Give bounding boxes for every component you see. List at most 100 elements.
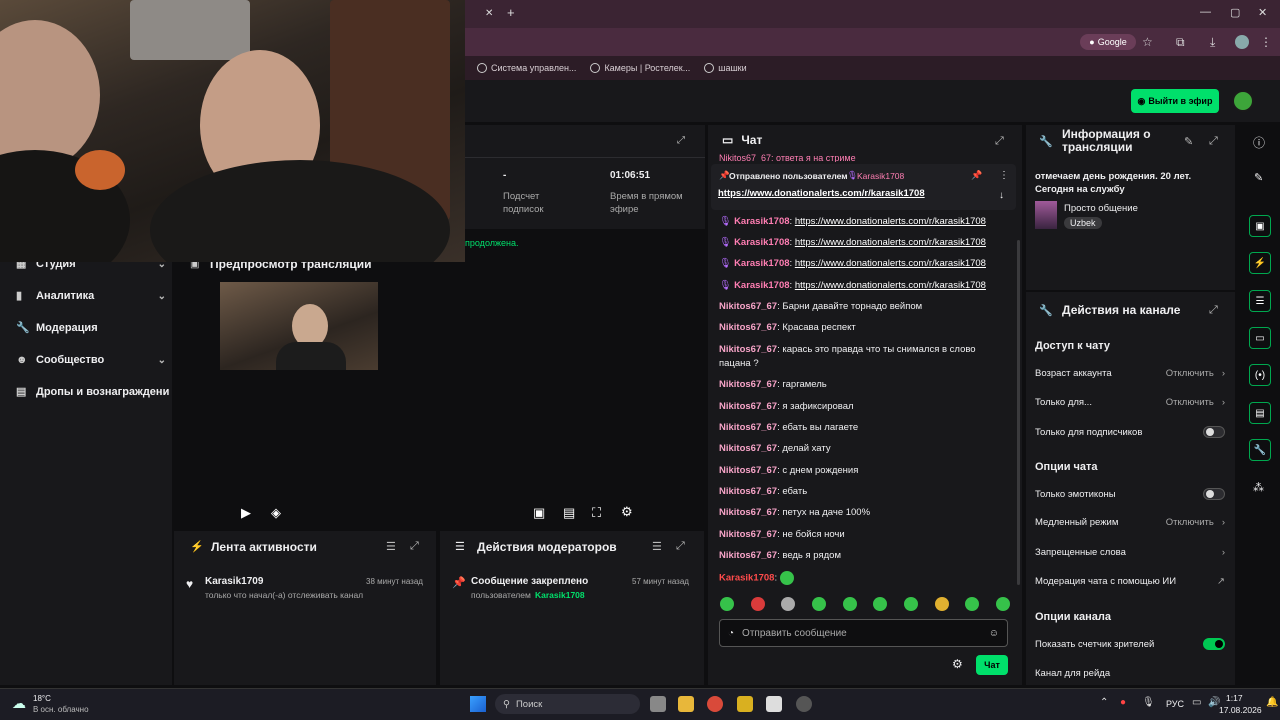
filter-icon[interactable]: ☰: [652, 540, 662, 553]
menu-kebab-icon[interactable]: ⋮: [1260, 35, 1272, 49]
chat-link[interactable]: https://www.donationalerts.com/r/karasik…: [795, 280, 986, 291]
go-live-button[interactable]: ◉ Выйти в эфир: [1131, 89, 1219, 113]
info-icon[interactable]: ⓘ: [1253, 134, 1265, 151]
emote-icon[interactable]: [934, 597, 949, 611]
info-tag[interactable]: Uzbek: [1064, 217, 1102, 229]
chat-username[interactable]: Nikitos67_67: [719, 401, 777, 412]
expand-icon[interactable]: ⤢: [995, 135, 1004, 148]
rail-broadcast-button[interactable]: (•): [1249, 364, 1271, 386]
emote-icon[interactable]: [720, 597, 734, 611]
taskbar-search[interactable]: ⚲ Поиск: [495, 694, 640, 714]
clock-date[interactable]: 17.08.2026: [1219, 705, 1262, 715]
tray-app-icon[interactable]: ●: [1120, 697, 1126, 708]
rail-chat-button[interactable]: ▭: [1249, 327, 1271, 349]
network-icon[interactable]: ▭: [1192, 697, 1201, 708]
info-category[interactable]: Просто общение: [1064, 203, 1138, 214]
emote-icon[interactable]: [779, 571, 794, 585]
kebab-icon[interactable]: ⋮: [999, 170, 1009, 181]
store-icon[interactable]: [766, 696, 782, 712]
bookmark-item[interactable]: Система управлен...: [477, 63, 576, 73]
emoji-icon[interactable]: ☺: [989, 628, 999, 639]
chat-link[interactable]: https://www.donationalerts.com/r/karasik…: [795, 216, 986, 227]
mute-icon[interactable]: ◈: [271, 505, 281, 521]
subs-only-toggle[interactable]: [1203, 426, 1225, 438]
star-icon[interactable]: ☆: [1142, 35, 1153, 49]
extensions-icon[interactable]: ⧉: [1176, 35, 1185, 50]
chat-username[interactable]: Nikitos67_67: [719, 486, 777, 497]
pinned-user[interactable]: Karasik1708: [857, 171, 904, 181]
filter-icon[interactable]: ☰: [386, 540, 396, 553]
chat-username[interactable]: Nikitos67_67: [719, 443, 777, 454]
emote-icon[interactable]: [965, 597, 980, 611]
chat-username[interactable]: Nikitos67_67: [719, 529, 777, 540]
chat-badge-icon[interactable]: ◔: [728, 628, 734, 639]
banned-words-row[interactable]: Запрещенные слова ›: [1035, 547, 1225, 558]
weather-icon[interactable]: ☁: [12, 695, 26, 712]
emote-icon[interactable]: [873, 597, 888, 611]
start-icon[interactable]: [470, 696, 486, 712]
emote-icon[interactable]: [903, 597, 918, 611]
activity-user[interactable]: Karasik1709: [205, 576, 263, 587]
settings-icon[interactable]: ⚙: [952, 657, 963, 671]
expand-icon[interactable]: ⤢: [1209, 135, 1218, 148]
new-tab-icon[interactable]: +: [507, 5, 515, 20]
input-language[interactable]: РУС: [1166, 699, 1184, 709]
explorer-icon[interactable]: [678, 696, 694, 712]
theater-icon[interactable]: ▤: [563, 505, 575, 521]
maximize-icon[interactable]: ▢: [1230, 6, 1240, 19]
chat-username[interactable]: Karasik1708: [734, 216, 789, 227]
chat-username[interactable]: Nikitos67_67: [719, 550, 777, 561]
chat-username[interactable]: Nikitos67_67: [719, 344, 777, 355]
chat-username[interactable]: Nikitos67_67: [719, 379, 777, 390]
avatar[interactable]: [1232, 90, 1254, 112]
sidebar-item-moderation[interactable]: 🔧 Модерация: [16, 322, 166, 334]
rail-actions-button[interactable]: 🔧: [1249, 439, 1271, 461]
chat-link[interactable]: https://www.donationalerts.com/r/karasik…: [795, 237, 986, 248]
expand-icon[interactable]: ⤢: [410, 540, 419, 553]
viewer-count-toggle[interactable]: [1203, 638, 1225, 650]
slow-mode-row[interactable]: Медленный режим Отключить ›: [1035, 517, 1225, 528]
clock-time[interactable]: 1:17: [1226, 693, 1243, 703]
plugin-icon[interactable]: ⁂: [1253, 481, 1264, 494]
chat-username[interactable]: Nikitos67_67: [719, 422, 777, 433]
collapse-arrow-icon[interactable]: ↓: [999, 190, 1004, 201]
google-chip[interactable]: ● Google: [1080, 34, 1136, 50]
expand-icon[interactable]: ⤢: [1209, 304, 1218, 317]
raid-row[interactable]: Канал для рейда: [1035, 668, 1225, 679]
play-icon[interactable]: ▶: [241, 505, 251, 521]
account-age-row[interactable]: Возраст аккаунта Отключить ›: [1035, 368, 1225, 379]
chat-username[interactable]: Karasik1708: [734, 258, 789, 269]
address-bar[interactable]: [465, 28, 1280, 56]
unpin-icon[interactable]: 📌: [971, 170, 982, 181]
settings-icon[interactable]: ⚙: [621, 504, 633, 520]
chrome-icon[interactable]: [707, 696, 723, 712]
emote-icon[interactable]: [781, 597, 796, 611]
only-for-row[interactable]: Только для... Отключить ›: [1035, 397, 1225, 408]
chat-username[interactable]: Karasik1708: [734, 280, 789, 291]
rail-mod-button[interactable]: ☰: [1249, 290, 1271, 312]
chat-username[interactable]: Nikitos67_67: [719, 507, 777, 518]
minimize-icon[interactable]: —: [1200, 6, 1211, 18]
fullscreen-icon[interactable]: ⛶: [592, 505, 601, 521]
chat-link[interactable]: https://www.donationalerts.com/r/karasik…: [795, 258, 986, 269]
emote-icon[interactable]: [750, 597, 765, 611]
edit-icon[interactable]: ✎: [1184, 135, 1193, 148]
emotes-only-toggle[interactable]: [1203, 488, 1225, 500]
mic-icon[interactable]: 🎙: [1142, 697, 1155, 708]
expand-icon[interactable]: ⤢: [676, 540, 685, 553]
sidebar-item-drops[interactable]: ▤ Дропы и вознаграждени: [16, 386, 176, 398]
profile-icon[interactable]: [1235, 35, 1249, 49]
close-window-icon[interactable]: ✕: [1258, 6, 1267, 19]
mod-user[interactable]: Karasik1708: [535, 590, 585, 600]
task-view-icon[interactable]: [650, 696, 666, 712]
edit-icon[interactable]: ✎: [1254, 171, 1263, 184]
pip-icon[interactable]: ▣: [533, 505, 545, 521]
chat-username[interactable]: Nikitos67_67: [719, 322, 777, 333]
emote-icon[interactable]: [842, 597, 857, 611]
pinned-link[interactable]: https://www.donationalerts.com/r/karasik…: [718, 188, 925, 199]
chat-username[interactable]: Nikitos67_67: [719, 465, 777, 476]
close-tab-icon[interactable]: ✕: [485, 8, 493, 19]
expand-icon[interactable]: ⤢: [677, 135, 685, 146]
chat-scrollbar[interactable]: [1017, 240, 1020, 585]
download-icon[interactable]: ⤓: [1210, 35, 1215, 50]
